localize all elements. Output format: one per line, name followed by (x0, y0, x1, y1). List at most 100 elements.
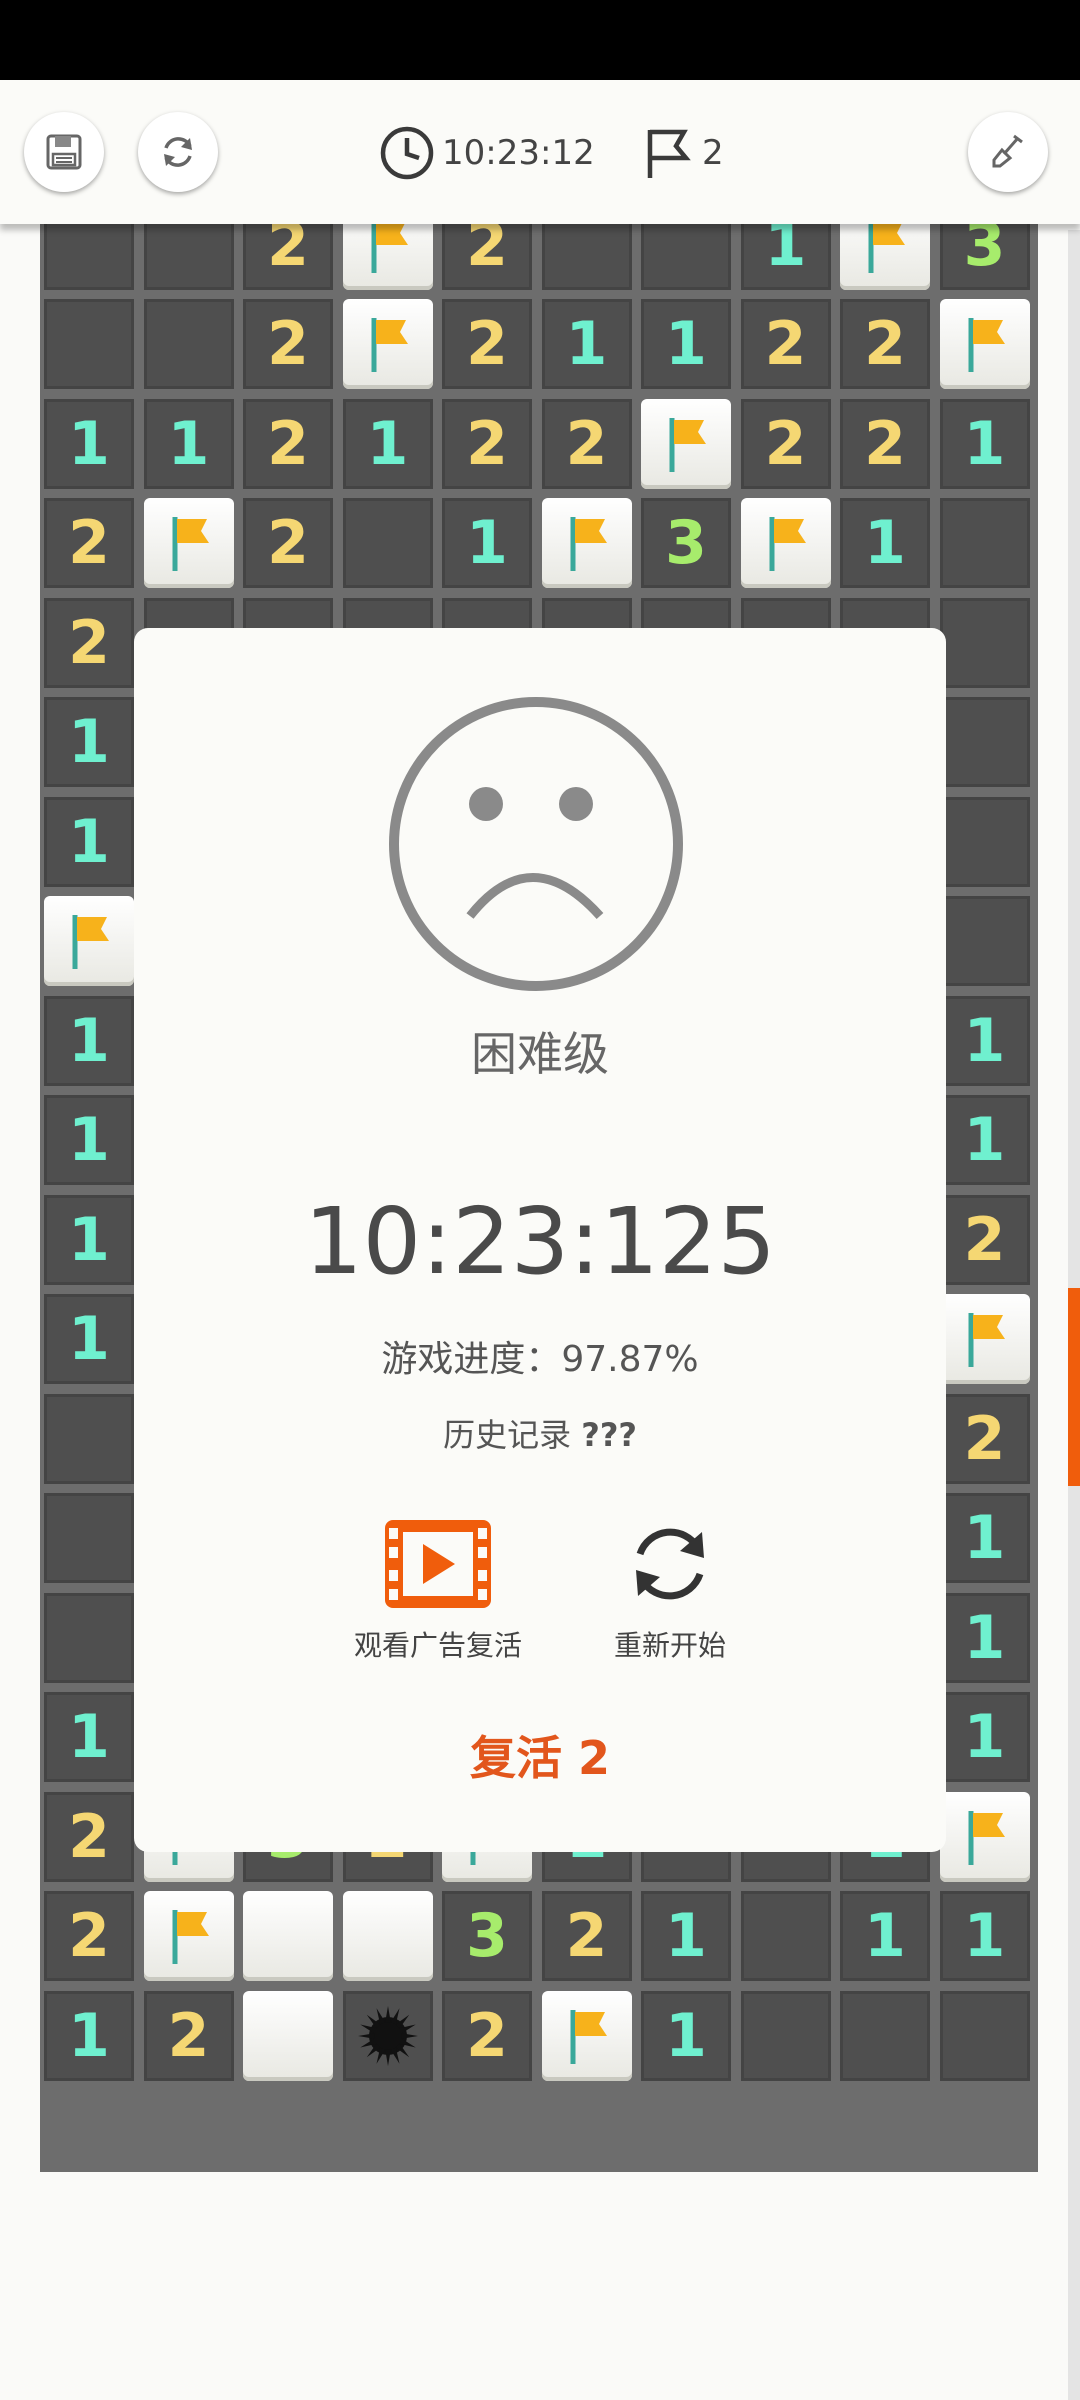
video-icon (385, 1520, 491, 1608)
empty-cell[interactable] (939, 796, 1030, 887)
number-cell[interactable]: 2 (243, 398, 333, 489)
restart-button[interactable]: 重新开始 (550, 1518, 790, 1664)
number-cell[interactable]: 2 (840, 398, 930, 489)
revealed-empty-cell[interactable] (342, 1891, 433, 1981)
flag-icon (570, 517, 607, 571)
number-cell[interactable]: 2 (44, 498, 134, 588)
number-cell[interactable]: 1 (840, 498, 930, 588)
number-cell[interactable]: 2 (840, 299, 930, 389)
number-cell[interactable]: 2 (243, 299, 333, 389)
number-cell[interactable]: 1 (939, 1891, 1030, 1981)
number-cell[interactable]: 1 (44, 1095, 134, 1185)
number-cell[interactable]: 1 (44, 1194, 134, 1285)
number-cell[interactable]: 1 (641, 299, 731, 389)
empty-cell[interactable] (840, 1990, 930, 2081)
flagged-cell[interactable] (939, 1791, 1030, 1882)
flag-icon (669, 417, 706, 472)
clock-icon (380, 126, 434, 180)
number-cell[interactable]: 1 (641, 1891, 731, 1981)
flag-icon (968, 1313, 1005, 1367)
mine-icon (357, 2005, 418, 2066)
number-cell[interactable]: 1 (939, 1692, 1030, 1782)
number-cell[interactable]: 2 (243, 498, 333, 588)
revive-count[interactable]: 复活 2 (134, 1722, 946, 1788)
empty-cell[interactable] (939, 896, 1030, 986)
restart-label: 重新开始 (613, 1629, 726, 1662)
number-cell[interactable]: 1 (939, 995, 1030, 1086)
empty-cell[interactable] (939, 1990, 1030, 2081)
dig-mode-button[interactable] (968, 112, 1048, 192)
flagged-cell[interactable] (143, 1891, 234, 1981)
flagged-cell[interactable] (939, 1294, 1030, 1384)
game-toolbar: 10:23:12 2 (0, 80, 1080, 224)
revealed-empty-cell[interactable] (243, 1891, 333, 1981)
flagged-cell[interactable] (143, 498, 234, 588)
number-cell[interactable]: 2 (939, 1393, 1030, 1484)
scrollbar-thumb[interactable] (1068, 1288, 1080, 1486)
empty-cell[interactable] (44, 1493, 134, 1583)
number-cell[interactable]: 1 (939, 1493, 1030, 1583)
flag-icon (769, 517, 806, 571)
watch-ad-label: 观看广告复活 (353, 1629, 522, 1662)
number-cell[interactable]: 1 (442, 498, 532, 588)
number-cell[interactable]: 1 (44, 1990, 134, 2081)
mine-cell[interactable] (342, 1990, 433, 2081)
empty-cell[interactable] (939, 697, 1030, 787)
watch-ad-revive-button[interactable]: 观看广告复活 (318, 1518, 558, 1664)
number-cell[interactable]: 2 (143, 1990, 234, 2081)
number-cell[interactable]: 2 (939, 1194, 1030, 1285)
number-cell[interactable]: 1 (939, 1095, 1030, 1185)
revealed-empty-cell[interactable] (243, 1990, 333, 2081)
flagged-cell[interactable] (541, 498, 632, 588)
shovel-icon (992, 134, 1023, 168)
number-cell[interactable]: 1 (143, 398, 234, 489)
number-cell[interactable]: 1 (541, 299, 632, 389)
number-cell[interactable]: 2 (44, 1891, 134, 1981)
number-cell[interactable]: 1 (342, 398, 433, 489)
number-cell[interactable]: 2 (44, 597, 134, 688)
flagged-cell[interactable] (342, 299, 433, 389)
save-button[interactable] (24, 112, 104, 192)
empty-cell[interactable] (143, 299, 234, 389)
number-cell[interactable]: 2 (541, 1891, 632, 1981)
empty-cell[interactable] (939, 498, 1030, 588)
number-cell[interactable]: 2 (442, 1990, 532, 2081)
number-cell[interactable]: 3 (641, 498, 731, 588)
number-cell[interactable]: 1 (44, 796, 134, 887)
number-cell[interactable]: 1 (44, 697, 134, 787)
empty-cell[interactable] (342, 498, 433, 588)
flagged-cell[interactable] (740, 498, 831, 588)
empty-cell[interactable] (939, 597, 1030, 688)
save-icon (46, 134, 82, 170)
empty-cell[interactable] (44, 1592, 134, 1683)
empty-cell[interactable] (44, 1393, 134, 1484)
number-cell[interactable]: 2 (442, 398, 532, 489)
number-cell[interactable]: 1 (44, 995, 134, 1086)
history-record: 历史记录 ??? (134, 1410, 946, 1456)
flagged-cell[interactable] (541, 1990, 632, 2081)
number-cell[interactable]: 2 (740, 299, 831, 389)
number-cell[interactable]: 1 (641, 1990, 731, 2081)
empty-cell[interactable] (44, 299, 134, 389)
history-value: ??? (581, 1416, 637, 1454)
number-cell[interactable]: 2 (44, 1791, 134, 1882)
number-cell[interactable]: 1 (840, 1891, 930, 1981)
empty-cell[interactable] (740, 1990, 831, 2081)
number-cell[interactable]: 2 (740, 398, 831, 489)
number-cell[interactable]: 1 (44, 398, 134, 489)
number-cell[interactable]: 3 (442, 1891, 532, 1981)
number-cell[interactable]: 2 (541, 398, 632, 489)
status-bar (0, 0, 1080, 80)
number-cell[interactable]: 1 (939, 1592, 1030, 1683)
flagged-cell[interactable] (44, 896, 134, 986)
number-cell[interactable]: 1 (44, 1294, 134, 1384)
number-cell[interactable]: 1 (939, 398, 1030, 489)
empty-cell[interactable] (740, 1891, 831, 1981)
number-cell[interactable]: 1 (44, 1692, 134, 1782)
number-cell[interactable]: 2 (442, 299, 532, 389)
timer: 10:23:12 (378, 124, 595, 182)
elapsed-time: 10:23:125 (304, 1188, 776, 1295)
flagged-cell[interactable] (641, 398, 731, 489)
flagged-cell[interactable] (939, 299, 1030, 389)
refresh-button[interactable] (138, 112, 218, 192)
